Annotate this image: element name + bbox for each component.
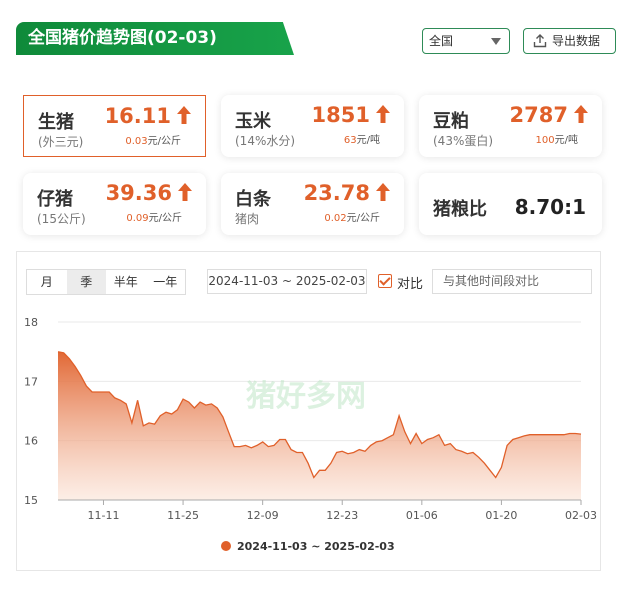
period-tabs: 月 季 半年 一年 (26, 269, 186, 295)
price-trend-chart: 18 17 16 15 猪好多网 11-11 11-25 12-09 12-23 01-06 01-… (24, 316, 597, 522)
page-title: 全国猪价趋势图(02-03) (16, 22, 294, 55)
card-soymeal-price: 2787 (509, 103, 568, 127)
card-soymeal-change: 100元/吨 (535, 135, 578, 146)
card-corn[interactable]: 玉米 (14%水分) 1851 63元/吨 (221, 95, 404, 157)
date-range-picker[interactable]: 2024-11-03 ~ 2025-02-03 (207, 269, 367, 294)
arrow-up-icon (574, 105, 588, 123)
y-tick-label: 16 (24, 435, 38, 448)
card-carcass-price: 23.78 (303, 181, 370, 205)
tab-half-year[interactable]: 半年 (106, 270, 146, 294)
compare-checkbox[interactable] (378, 274, 392, 288)
card-piglet-name: 仔猪 (37, 189, 73, 210)
arrow-up-icon (376, 105, 390, 123)
card-soymeal[interactable]: 豆粕 (43%蛋白) 2787 100元/吨 (419, 95, 602, 157)
card-carcass-name: 白条 (235, 189, 271, 210)
tab-year[interactable]: 一年 (145, 270, 185, 294)
x-tick-label: 01-06 (406, 509, 438, 522)
card-live-pig-price: 16.11 (104, 104, 171, 128)
card-soymeal-sub: (43%蛋白) (433, 134, 494, 148)
watermark-logo: 猪好多网 (246, 379, 366, 414)
export-data-button[interactable]: 导出数据 (523, 28, 616, 54)
card-carcass-change: 0.02元/公斤 (324, 213, 380, 224)
card-pig-grain-ratio[interactable]: 猪粮比 8.70:1 (419, 173, 602, 235)
x-tick-label: 02-03 (565, 509, 597, 522)
y-tick-label: 18 (24, 316, 38, 329)
tab-month[interactable]: 月 (27, 270, 67, 294)
card-corn-sub: (14%水分) (235, 134, 296, 148)
region-select[interactable]: 全国 (422, 28, 510, 54)
card-live-pig-change: 0.03元/公斤 (125, 136, 181, 147)
card-live-pig-sub: (外三元) (38, 135, 84, 149)
x-tick-label: 11-11 (87, 509, 119, 522)
x-tick-label: 12-09 (247, 509, 279, 522)
card-carcass[interactable]: 白条 猪肉 23.78 0.02元/公斤 (221, 173, 404, 235)
card-ratio-value: 8.70:1 (514, 195, 586, 219)
y-tick-label: 17 (24, 375, 38, 388)
card-live-pig[interactable]: 生猪 (外三元) 16.11 0.03元/公斤 (23, 95, 206, 157)
card-piglet-change: 0.09元/公斤 (126, 213, 182, 224)
compare-period-input[interactable]: 与其他时间段对比 (432, 269, 592, 294)
arrow-up-icon (177, 106, 191, 124)
arrow-up-icon (178, 183, 192, 201)
card-piglet-sub: (15公斤) (37, 212, 86, 226)
tab-quarter[interactable]: 季 (66, 270, 106, 294)
card-carcass-sub: 猪肉 (235, 212, 260, 226)
x-tick-label: 01-20 (485, 509, 517, 522)
card-corn-change: 63元/吨 (343, 135, 380, 146)
card-corn-price: 1851 (311, 103, 370, 127)
y-tick-label: 15 (24, 494, 38, 507)
card-soymeal-name: 豆粕 (433, 111, 469, 132)
chart-legend[interactable]: 2024-11-03 ~ 2025-02-03 (221, 540, 395, 553)
compare-label: 对比 (397, 277, 424, 292)
upload-icon (533, 34, 547, 48)
card-piglet[interactable]: 仔猪 (15公斤) 39.36 0.09元/公斤 (23, 173, 206, 235)
x-tick-label: 11-25 (167, 509, 199, 522)
card-piglet-price: 39.36 (105, 181, 172, 205)
x-tick-label: 12-23 (326, 509, 358, 522)
export-data-label: 导出数据 (552, 34, 601, 48)
series-area (58, 351, 581, 500)
card-ratio-name: 猪粮比 (433, 199, 487, 220)
caret-down-icon (491, 38, 501, 45)
legend-dot (221, 541, 231, 551)
region-select-value: 全国 (429, 34, 454, 48)
arrow-up-icon (376, 183, 390, 201)
card-corn-name: 玉米 (235, 111, 271, 132)
card-live-pig-name: 生猪 (38, 112, 74, 133)
legend-label: 2024-11-03 ~ 2025-02-03 (237, 540, 395, 553)
